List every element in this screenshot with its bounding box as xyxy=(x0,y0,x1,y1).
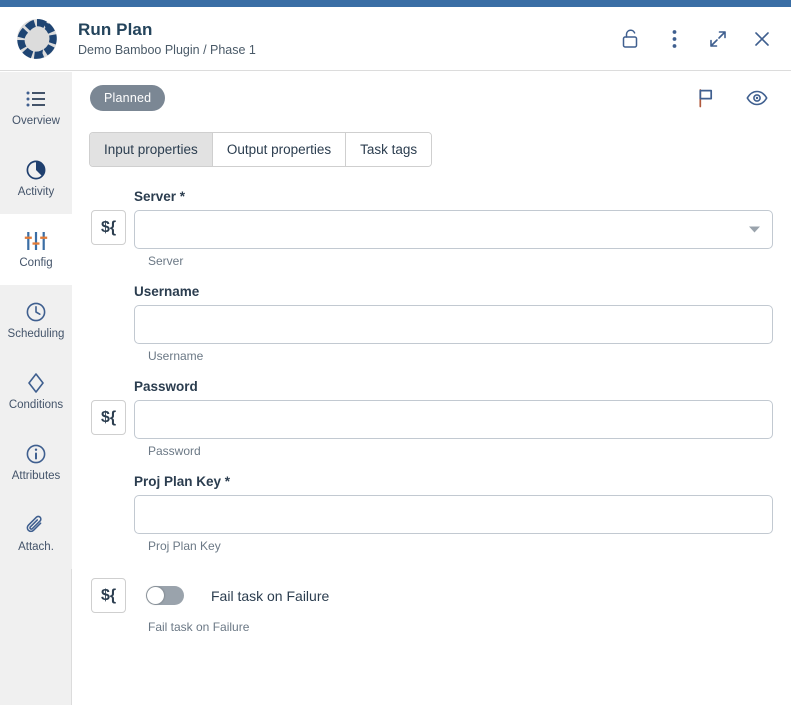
sidebar-item-label: Conditions xyxy=(8,399,64,411)
username-variable-spacer xyxy=(91,305,126,340)
username-input[interactable] xyxy=(134,305,773,344)
breadcrumb: Demo Bamboo Plugin / Phase 1 xyxy=(78,42,256,57)
sidebar-item-scheduling[interactable]: Scheduling xyxy=(0,285,72,356)
fail-task-variable-button[interactable]: ${ xyxy=(91,578,126,613)
sidebar-item-overview[interactable]: Overview xyxy=(0,72,72,143)
username-input-wrap xyxy=(134,305,773,344)
eye-icon xyxy=(746,90,768,106)
server-label: Server * xyxy=(134,189,186,204)
proj-plan-key-input-wrap xyxy=(134,495,773,534)
username-help: Username xyxy=(148,349,204,363)
server-variable-button[interactable]: ${ xyxy=(91,210,126,245)
tab-task-tags[interactable]: Task tags xyxy=(346,133,432,166)
sidebar-item-label: Overview xyxy=(12,115,60,127)
password-label: Password xyxy=(134,379,198,394)
list-icon xyxy=(25,87,47,111)
sliders-icon xyxy=(24,229,48,253)
sidebar-item-label: Attach. xyxy=(18,541,54,553)
input-properties-form: Server * ${ Server Username Username Pas… xyxy=(73,167,791,635)
page-title: Run Plan xyxy=(78,19,153,39)
sidebar-item-conditions[interactable]: Conditions xyxy=(0,356,72,427)
password-variable-button[interactable]: ${ xyxy=(91,400,126,435)
header-title-block: Run Plan Demo Bamboo Plugin / Phase 1 xyxy=(78,19,617,59)
vertical-dots-icon xyxy=(672,29,676,48)
sidebar-item-label: Attributes xyxy=(11,470,61,482)
properties-tabs: Input properties Output properties Task … xyxy=(89,132,433,167)
close-button[interactable] xyxy=(749,26,775,52)
username-row xyxy=(91,305,773,344)
run-plan-dialog: Run Plan Demo Bamboo Plugin / Phase 1 Ov… xyxy=(0,0,791,705)
field-group-proj-plan-key: Proj Plan Key * Proj Plan Key xyxy=(91,473,773,554)
fail-task-help: Fail task on Failure xyxy=(148,620,250,634)
password-help: Password xyxy=(148,444,201,458)
dialog-header: Run Plan Demo Bamboo Plugin / Phase 1 xyxy=(0,7,791,71)
fail-task-toggle-row: ${ Fail task on Failure xyxy=(91,578,773,613)
unlock-icon xyxy=(622,29,637,48)
fail-task-toggle-label: Fail task on Failure xyxy=(211,587,330,604)
clock-icon xyxy=(25,300,47,324)
more-options-button[interactable] xyxy=(661,26,687,52)
sidebar-item-attachments[interactable]: Attach. xyxy=(0,498,72,569)
sidebar-item-config[interactable]: Config xyxy=(0,214,72,285)
sidebar: Overview Activity Config Scheduling Cond… xyxy=(0,72,72,705)
circular-arrows-logo-icon xyxy=(14,16,60,62)
unlock-button[interactable] xyxy=(617,26,643,52)
sidebar-item-label: Config xyxy=(19,257,53,269)
sidebar-item-attributes[interactable]: Attributes xyxy=(0,427,72,498)
field-group-server: Server * ${ Server xyxy=(91,188,773,269)
proj-plan-key-row xyxy=(91,495,773,534)
password-input[interactable] xyxy=(134,400,773,439)
content-panel: Planned Input properties Output properti… xyxy=(73,72,791,705)
password-row: ${ xyxy=(91,400,773,439)
status-badge: Planned xyxy=(90,85,166,111)
password-input-wrap xyxy=(134,400,773,439)
proj-plan-key-input[interactable] xyxy=(134,495,773,534)
proj-plan-key-help: Proj Plan Key xyxy=(148,539,221,553)
sidebar-item-label: Activity xyxy=(17,186,55,198)
info-circle-icon xyxy=(25,442,47,466)
toggle-knob xyxy=(147,587,164,604)
username-label: Username xyxy=(134,284,200,299)
expand-diagonal-icon xyxy=(710,30,726,47)
server-input-wrap xyxy=(134,210,773,249)
close-x-icon xyxy=(755,31,769,46)
sidebar-item-activity[interactable]: Activity xyxy=(0,143,72,214)
sidebar-item-label: Scheduling xyxy=(7,328,65,340)
fail-task-toggle[interactable] xyxy=(146,586,184,605)
field-group-password: Password ${ Password xyxy=(91,378,773,459)
tab-input-properties[interactable]: Input properties xyxy=(90,133,213,166)
server-row: ${ xyxy=(91,210,773,249)
tab-output-properties[interactable]: Output properties xyxy=(212,133,347,166)
diamond-icon xyxy=(26,371,46,395)
server-input[interactable] xyxy=(134,210,773,249)
paperclip-icon xyxy=(25,513,47,537)
proj-plan-key-variable-spacer xyxy=(91,495,126,530)
content-topbar: Planned xyxy=(73,72,791,124)
server-help: Server xyxy=(148,254,184,268)
proj-plan-key-label: Proj Plan Key * xyxy=(134,474,231,489)
flag-button[interactable] xyxy=(694,86,718,110)
flag-icon xyxy=(699,89,713,108)
pie-clock-icon xyxy=(25,158,47,182)
header-actions xyxy=(617,26,775,52)
watch-button[interactable] xyxy=(745,86,769,110)
topbar-actions xyxy=(694,86,769,110)
field-group-username: Username Username xyxy=(91,283,773,364)
expand-button[interactable] xyxy=(705,26,731,52)
top-accent-bar xyxy=(0,0,791,7)
